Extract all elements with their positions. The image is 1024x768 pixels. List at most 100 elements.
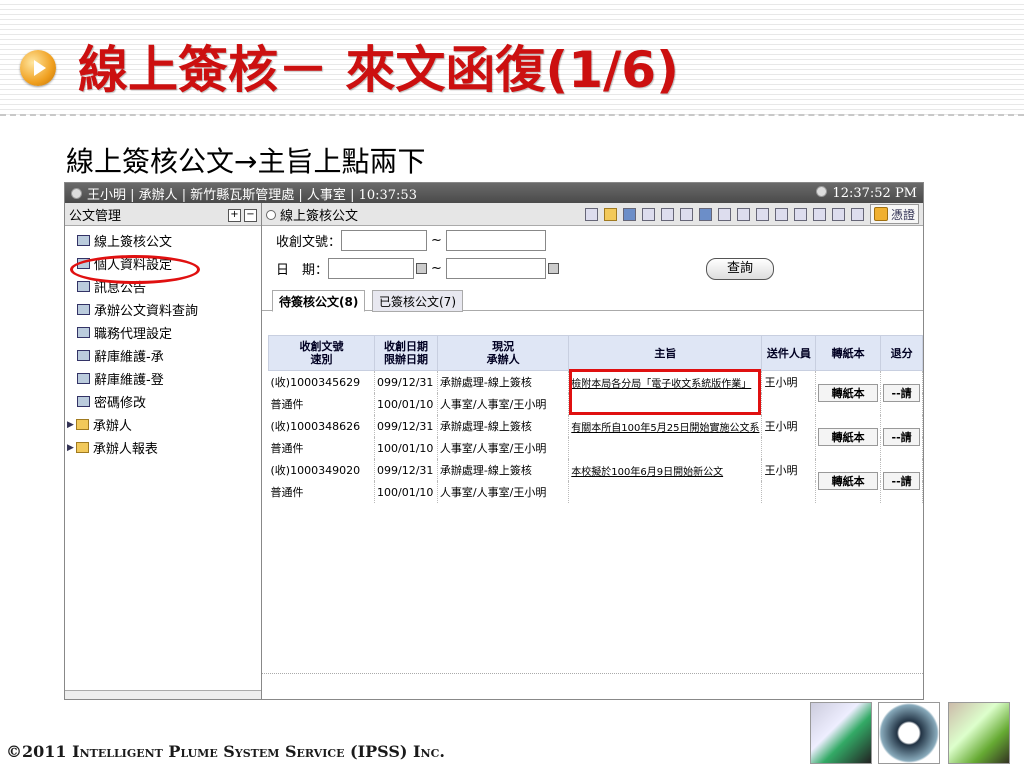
new-doc-icon[interactable] — [584, 207, 598, 221]
title-divider — [0, 114, 1024, 116]
sidebar-item-online-sign[interactable]: 線上簽核公文 — [65, 229, 261, 252]
doc-no-start-input[interactable] — [341, 230, 428, 251]
undo-icon[interactable] — [774, 207, 788, 221]
app-window: 王小明 | 承辦人 | 新竹縣瓦斯管理處 | 人事室 | 10:37:53 12… — [64, 182, 924, 700]
sender-cell: 王小明 — [761, 415, 817, 437]
col-date[interactable]: 收創日期 限辦日期 — [374, 335, 438, 371]
col-paper[interactable]: 轉紙本 — [815, 335, 882, 371]
zoom-in-icon[interactable] — [812, 207, 826, 221]
return-select[interactable]: --請 — [883, 428, 920, 446]
caret-right-icon: ▶ — [67, 419, 74, 430]
return-select[interactable]: --請 — [883, 384, 920, 402]
table-row[interactable]: (收)1000348626 099/12/31 承辦處理-線上簽核 有關本所自1… — [268, 415, 923, 459]
sidebar-item-doc-query[interactable]: 承辦公文資料查詢 — [65, 298, 261, 321]
folder-icon — [75, 419, 89, 430]
certificate-button[interactable]: 憑證 — [869, 204, 919, 224]
date-start-input[interactable] — [328, 258, 415, 279]
date-cell: 099/12/31 — [374, 370, 438, 393]
col-doc-no[interactable]: 收創文號 速別 — [267, 335, 376, 371]
handler-cell: 人事室/人事室/王小明 — [437, 393, 570, 415]
spell-check-icon[interactable] — [679, 207, 693, 221]
to-paper-button[interactable]: 轉紙本 — [818, 472, 879, 490]
sidebar-folder-handler[interactable]: ▶ 承辦人 — [65, 413, 261, 436]
list-icon — [77, 304, 90, 315]
slide-title: 線上簽核－ 來文函復(1/6) — [78, 41, 679, 99]
check-logo-icon — [810, 702, 872, 764]
tab-signed[interactable]: 已簽核公文(7) — [372, 290, 463, 312]
redo-icon[interactable] — [793, 207, 807, 221]
status-cell: 承辦處理-線上簽核 — [437, 370, 570, 393]
play-bullet-icon — [20, 50, 56, 86]
collapse-all-button[interactable]: − — [244, 209, 257, 222]
to-paper-button[interactable]: 轉紙本 — [818, 428, 879, 446]
main-title: 線上簽核公文 — [280, 208, 359, 224]
col-subject[interactable]: 主旨 — [568, 335, 763, 371]
cut-icon[interactable] — [717, 207, 731, 221]
sidebar-folder-reports[interactable]: ▶ 承辦人報表 — [65, 436, 261, 459]
tab-bar: 待簽核公文(8) 已簽核公文(7) — [262, 284, 923, 312]
expand-all-button[interactable]: + — [228, 209, 241, 222]
sidebar-item-label: 辭庫維護-承 — [94, 350, 164, 365]
sidebar-item-phrase-handler[interactable]: 辭庫維護-承 — [65, 344, 261, 367]
sidebar-item-label: 密碼修改 — [94, 396, 147, 411]
zoom-icon[interactable] — [831, 207, 845, 221]
caret-right-icon: ▶ — [67, 442, 74, 453]
date-end-input[interactable] — [445, 258, 546, 279]
col-status[interactable]: 現況 承辦人 — [436, 335, 570, 371]
slide-footer: ©2011 Intelligent Plume System Service (… — [6, 742, 445, 761]
sidebar-item-label: 承辦公文資料查詢 — [94, 304, 199, 319]
subject-link[interactable]: 有關本所自100年5月25日開始實施公文系 — [568, 415, 763, 437]
date-cell: 099/12/31 — [374, 459, 438, 481]
sidebar-header: 公文管理 + − — [65, 203, 261, 226]
sidebar-item-phrase-register[interactable]: 辭庫維護-登 — [65, 367, 261, 390]
doc-no-row: 收創文號： ~ — [276, 230, 546, 251]
doc-no-cell: (收)1000345629 — [268, 370, 376, 393]
sidebar-item-proxy[interactable]: 職務代理設定 — [65, 321, 261, 344]
preview-icon[interactable] — [660, 207, 674, 221]
highlight-oval — [70, 255, 200, 284]
user-info-text: 王小明 | 承辦人 | 新竹縣瓦斯管理處 | 人事室 | 10:37:53 — [87, 187, 417, 203]
table-bottom-line — [262, 673, 923, 674]
list-icon — [77, 235, 90, 246]
certificate-label: 憑證 — [890, 207, 915, 222]
return-select[interactable]: --請 — [883, 472, 920, 490]
clock-icon — [816, 185, 828, 197]
to-paper-button[interactable]: 轉紙本 — [818, 384, 879, 402]
list-icon — [77, 281, 90, 292]
lock-icon — [873, 207, 888, 221]
list-icon — [77, 327, 90, 338]
sidebar-item-label: 線上簽核公文 — [94, 235, 173, 250]
list-icon — [77, 396, 90, 407]
clock-text: 12:37:52 PM — [832, 185, 917, 201]
calendar-icon[interactable] — [547, 263, 559, 274]
priority-cell: 普通件 — [268, 393, 376, 415]
handler-cell: 人事室/人事室/王小明 — [437, 437, 570, 459]
deadline-cell: 100/01/10 — [374, 481, 438, 503]
priority-cell: 普通件 — [268, 481, 376, 503]
main-panel: 線上簽核公文 憑證 收創文號： ~ 日 期： ~ 查詢 待簽核公文(8) 已簽核… — [262, 203, 923, 699]
col-return[interactable]: 退分 — [880, 335, 923, 371]
zoom-out-icon[interactable] — [850, 207, 864, 221]
open-folder-icon[interactable] — [603, 207, 617, 221]
tab-pending[interactable]: 待簽核公文(8) — [272, 290, 366, 312]
radio-icon — [266, 209, 276, 220]
doc-no-cell: (收)1000349020 — [268, 459, 376, 481]
save-icon[interactable] — [622, 207, 636, 221]
sidebar-item-password[interactable]: 密碼修改 — [65, 390, 261, 413]
deadline-cell: 100/01/10 — [374, 437, 438, 459]
slide-subtitle: 線上簽核公文→主旨上點兩下 — [66, 145, 426, 178]
list-icon — [77, 350, 90, 361]
query-button[interactable]: 查詢 — [706, 258, 774, 280]
doc-no-end-input[interactable] — [445, 230, 546, 251]
col-sender[interactable]: 送件人員 — [761, 335, 817, 371]
sidebar-item-label: 職務代理設定 — [94, 327, 173, 342]
table-icon[interactable] — [698, 207, 712, 221]
handler-cell: 人事室/人事室/王小明 — [437, 481, 570, 503]
paste-icon[interactable] — [755, 207, 769, 221]
calendar-icon[interactable] — [416, 263, 428, 274]
list-icon — [77, 373, 90, 384]
print-icon[interactable] — [641, 207, 655, 221]
subject-link[interactable]: 本校擬於100年6月9日開始新公文 — [568, 459, 763, 481]
table-row[interactable]: (收)1000349020 099/12/31 承辦處理-線上簽核 本校擬於10… — [268, 459, 923, 503]
copy-icon[interactable] — [736, 207, 750, 221]
